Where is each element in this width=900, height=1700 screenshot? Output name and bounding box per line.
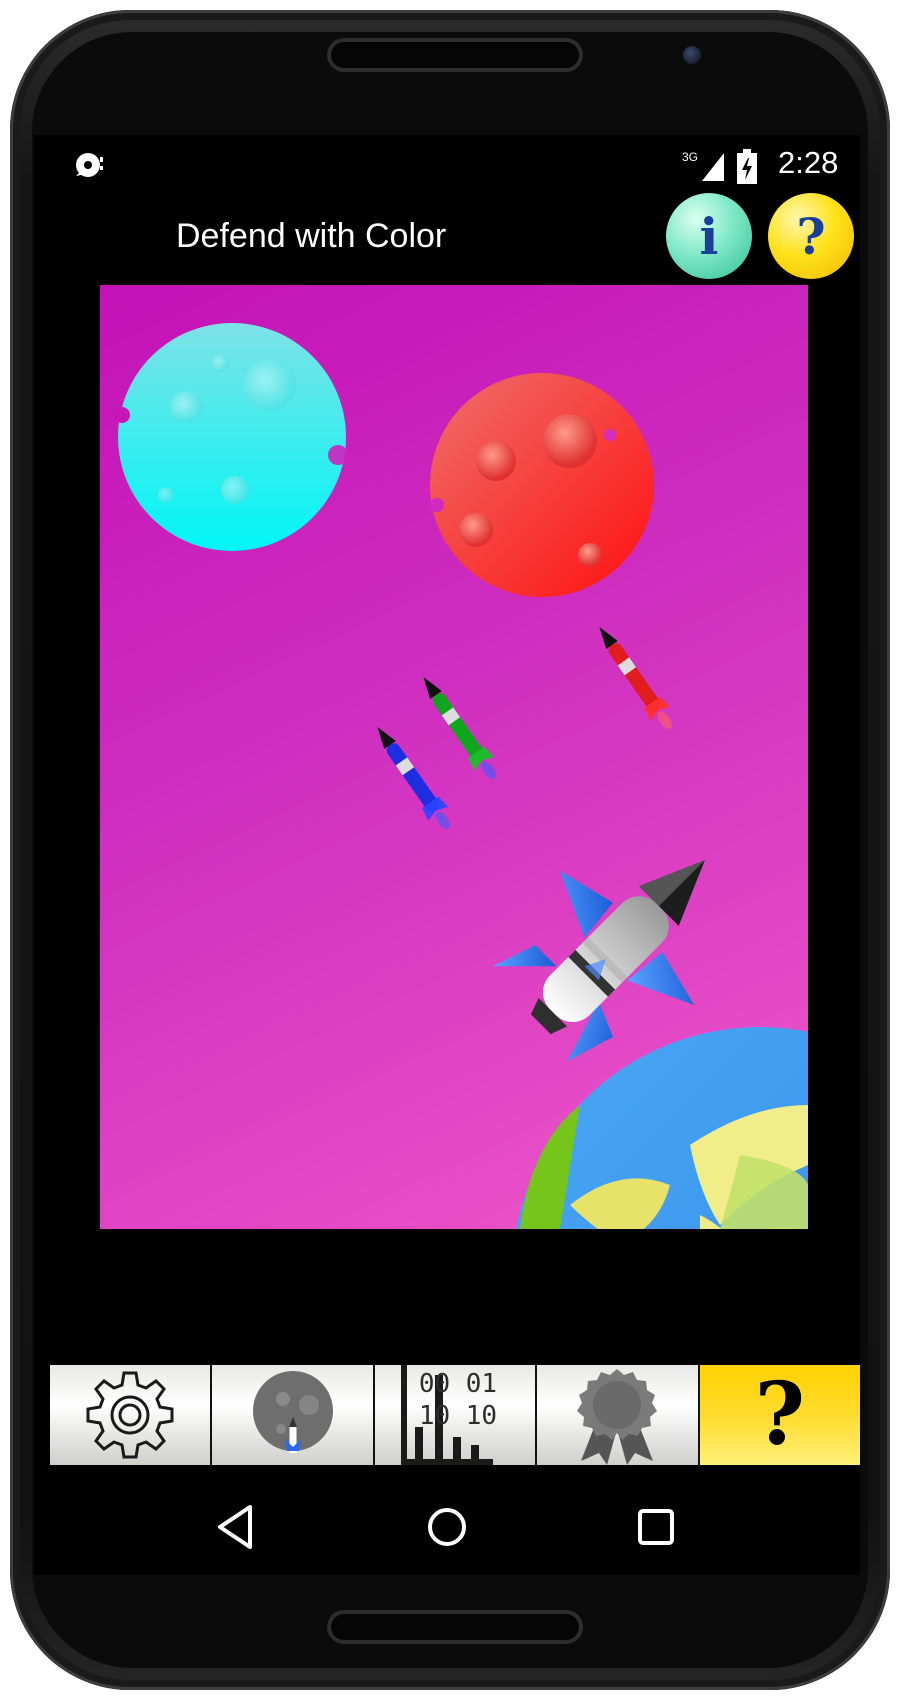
- gear-icon: [86, 1371, 174, 1459]
- status-time: 2:28: [778, 145, 839, 180]
- recents-icon[interactable]: [626, 1497, 686, 1557]
- missile-blue: [377, 726, 450, 830]
- front-camera: [683, 46, 701, 64]
- tab-achievements[interactable]: [537, 1365, 700, 1465]
- missile-red: [599, 626, 672, 730]
- help-button[interactable]: ?: [768, 193, 854, 279]
- tab-scores[interactable]: 00 01 10 10: [374, 1365, 538, 1465]
- game-canvas[interactable]: [100, 285, 808, 1229]
- stats-text-bottom: 10 10: [418, 1401, 498, 1431]
- question-icon: ?: [754, 1365, 806, 1465]
- question-icon: ?: [796, 206, 826, 266]
- stats-text-top: 00 01: [418, 1369, 498, 1399]
- signal-icon: 3G: [682, 150, 724, 181]
- moon-rocket-icon: [252, 1371, 333, 1453]
- award-ribbon-icon: [577, 1369, 658, 1465]
- red-moon: [430, 373, 654, 597]
- bottom-tab-bar: 00 01 10 10 ?: [50, 1365, 860, 1465]
- cyan-moon: [114, 323, 348, 551]
- tab-play[interactable]: [212, 1365, 375, 1465]
- battery-icon: [737, 149, 757, 184]
- screen: 3G 2:28 Defend with Color i ? 00 01 10 1…: [34, 135, 860, 1575]
- bottom-speaker: [327, 1610, 583, 1644]
- tab-help[interactable]: ?: [699, 1365, 860, 1465]
- top-speaker: [327, 38, 583, 72]
- earth: [516, 1027, 808, 1229]
- info-button[interactable]: i: [666, 193, 752, 279]
- game-scene: [114, 323, 808, 1229]
- back-icon[interactable]: [206, 1497, 266, 1557]
- network-type: 3G: [682, 150, 698, 164]
- notification-icon: [76, 153, 103, 177]
- tab-settings[interactable]: [50, 1365, 213, 1465]
- missile-green: [423, 676, 496, 780]
- info-icon: i: [699, 206, 719, 266]
- home-icon[interactable]: [417, 1497, 477, 1557]
- app-title: Defend with Color: [176, 217, 447, 255]
- navigation-bar: [34, 1475, 860, 1575]
- status-bar: 3G 2:28: [34, 135, 860, 195]
